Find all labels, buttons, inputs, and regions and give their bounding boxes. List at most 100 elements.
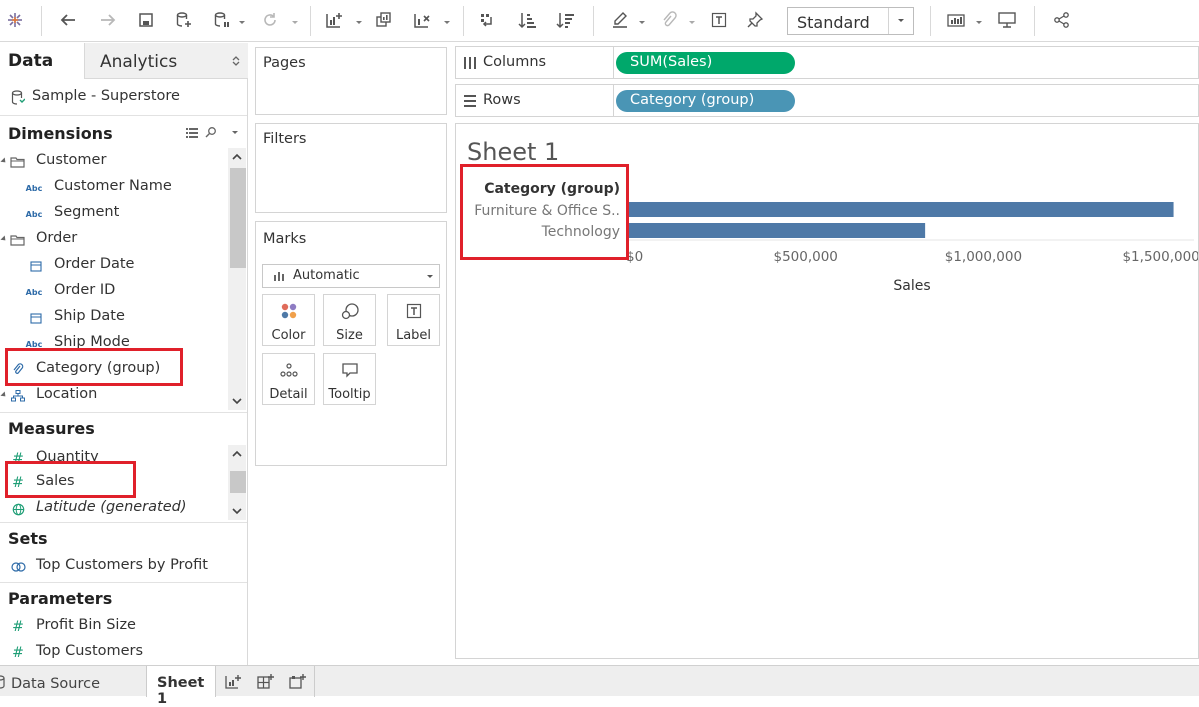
new-worksheet-icon[interactable] — [322, 8, 346, 32]
highlight-box-sales — [5, 461, 136, 498]
dimension-label: Customer Name — [54, 178, 172, 194]
dimension-order-date[interactable]: Order Date — [0, 252, 226, 278]
scroll-up-icon[interactable] — [228, 445, 246, 463]
columns-shelf[interactable]: Columns SUM(Sales) — [455, 46, 1199, 79]
dimension-customer-name[interactable]: Abc Customer Name — [0, 174, 226, 200]
set-top-customers-by-profit[interactable]: Top Customers by Profit — [0, 553, 226, 579]
fit-select[interactable]: Standard — [787, 7, 914, 35]
set-icon — [10, 559, 26, 575]
new-story-icon[interactable] — [288, 673, 308, 693]
tableau-logo-icon[interactable] — [3, 8, 27, 32]
share-icon[interactable] — [1050, 8, 1074, 32]
scroll-thumb[interactable] — [230, 471, 246, 493]
scroll-down-icon[interactable] — [228, 392, 246, 410]
bar-mark[interactable] — [628, 223, 926, 238]
filters-card[interactable]: Filters — [255, 123, 447, 213]
chevron-down-icon[interactable] — [888, 8, 913, 34]
parameter-top-customers[interactable]: # Top Customers — [0, 639, 226, 663]
tab-analytics-label: Analytics — [100, 52, 178, 72]
undo-icon[interactable] — [56, 8, 80, 32]
chevron-down-icon[interactable] — [231, 129, 239, 137]
dimension-folder-customer[interactable]: Customer — [0, 148, 226, 174]
datasource-item[interactable]: Sample - Superstore — [0, 84, 226, 110]
redo-icon[interactable] — [96, 8, 120, 32]
bar-mark[interactable] — [628, 202, 1174, 217]
chevron-down-icon[interactable] — [238, 15, 246, 24]
dimension-folder-order[interactable]: Order — [0, 226, 226, 252]
dimension-ship-date[interactable]: Ship Date — [0, 304, 226, 330]
data-pane: Data Analytics Sample - Superstore Dimen… — [0, 43, 248, 665]
parameter-profit-bin-size[interactable]: # Profit Bin Size — [0, 613, 226, 639]
new-worksheet-icon[interactable] — [224, 673, 244, 693]
show-labels-icon[interactable] — [707, 8, 731, 32]
swap-rows-columns-icon[interactable] — [475, 8, 499, 32]
pages-title: Pages — [263, 55, 306, 71]
refresh-icon[interactable] — [258, 8, 282, 32]
parameters-title: Parameters — [8, 589, 113, 608]
chevron-down-icon[interactable] — [443, 15, 451, 24]
sort-descending-icon[interactable] — [553, 8, 577, 32]
save-icon[interactable] — [134, 8, 158, 32]
new-datasource-icon[interactable] — [172, 8, 196, 32]
rows-pill-category-group[interactable]: Category (group) — [616, 90, 795, 112]
dimension-order-id[interactable]: Abc Order ID — [0, 278, 226, 304]
pause-updates-icon[interactable] — [210, 8, 234, 32]
mark-type-select[interactable]: Automatic — [262, 264, 440, 288]
string-abc-icon: Abc — [25, 284, 43, 300]
chevron-down-icon[interactable] — [975, 15, 983, 24]
measures-scrollbar[interactable] — [228, 445, 246, 520]
pages-card[interactable]: Pages — [255, 47, 447, 115]
chevron-down-icon[interactable] — [291, 15, 299, 24]
pin-icon[interactable] — [743, 8, 767, 32]
marks-label-button[interactable]: Label — [387, 294, 440, 346]
presentation-mode-icon[interactable] — [995, 8, 1019, 32]
dimensions-title: Dimensions — [8, 124, 113, 143]
updown-chevron-icon[interactable] — [232, 55, 240, 67]
scroll-thumb[interactable] — [230, 168, 246, 268]
collapse-caret-icon[interactable] — [0, 235, 8, 243]
collapse-caret-icon[interactable] — [0, 157, 8, 165]
chevron-down-icon[interactable] — [426, 273, 434, 281]
measure-latitude[interactable]: Latitude (generated) — [0, 495, 226, 521]
viz-canvas[interactable]: Sheet 1 Category (group) Furniture & Offi… — [455, 123, 1199, 659]
dimension-label: Ship Date — [54, 308, 125, 324]
abc-glyph: Abc — [25, 287, 43, 297]
parameters-header: Parameters — [0, 585, 248, 611]
tab-analytics[interactable]: Analytics — [84, 43, 248, 79]
scroll-up-icon[interactable] — [228, 148, 246, 166]
chevron-down-icon[interactable] — [688, 15, 696, 24]
clear-sheet-icon[interactable] — [410, 8, 434, 32]
sort-ascending-icon[interactable] — [515, 8, 539, 32]
search-icon[interactable] — [205, 126, 217, 138]
tab-sheet-1[interactable]: Sheet 1 — [146, 666, 216, 707]
hierarchy-icon — [10, 388, 26, 404]
tab-data[interactable]: Data — [0, 43, 84, 79]
mark-type-value: Automatic — [293, 268, 360, 283]
marks-size-label: Size — [336, 328, 363, 343]
collapse-caret-icon[interactable] — [0, 391, 8, 399]
chevron-down-icon[interactable] — [638, 15, 646, 24]
list-view-icon[interactable] — [186, 128, 198, 138]
string-abc-icon: Abc — [26, 180, 43, 196]
highlight-box-row-header — [460, 164, 629, 260]
columns-icon — [464, 57, 476, 69]
rows-shelf[interactable]: Rows Category (group) — [455, 84, 1199, 117]
chevron-down-icon[interactable] — [355, 15, 363, 24]
scroll-down-icon[interactable] — [228, 502, 246, 520]
dimensions-scrollbar[interactable] — [228, 148, 246, 410]
marks-tooltip-button[interactable]: Tooltip — [323, 353, 376, 405]
group-paperclip-icon[interactable] — [656, 8, 680, 32]
columns-pill-sum-sales[interactable]: SUM(Sales) — [616, 52, 795, 74]
marks-detail-button[interactable]: Detail — [262, 353, 315, 405]
dimension-segment[interactable]: Abc Segment — [0, 200, 226, 226]
marks-size-button[interactable]: Size — [323, 294, 376, 346]
dimension-ship-mode[interactable]: Abc Ship Mode — [0, 330, 226, 350]
marks-color-button[interactable]: Color — [262, 294, 315, 346]
duplicate-sheet-icon[interactable] — [372, 8, 396, 32]
new-dashboard-icon[interactable] — [256, 673, 276, 693]
x-tick-label: $500,000 — [773, 249, 837, 265]
tab-data-source[interactable]: Data Source — [0, 666, 146, 697]
highlight-pen-icon[interactable] — [608, 8, 632, 32]
marks-card: Marks Automatic Color Size Label Detail … — [255, 221, 447, 466]
show-me-icon[interactable] — [945, 8, 969, 32]
